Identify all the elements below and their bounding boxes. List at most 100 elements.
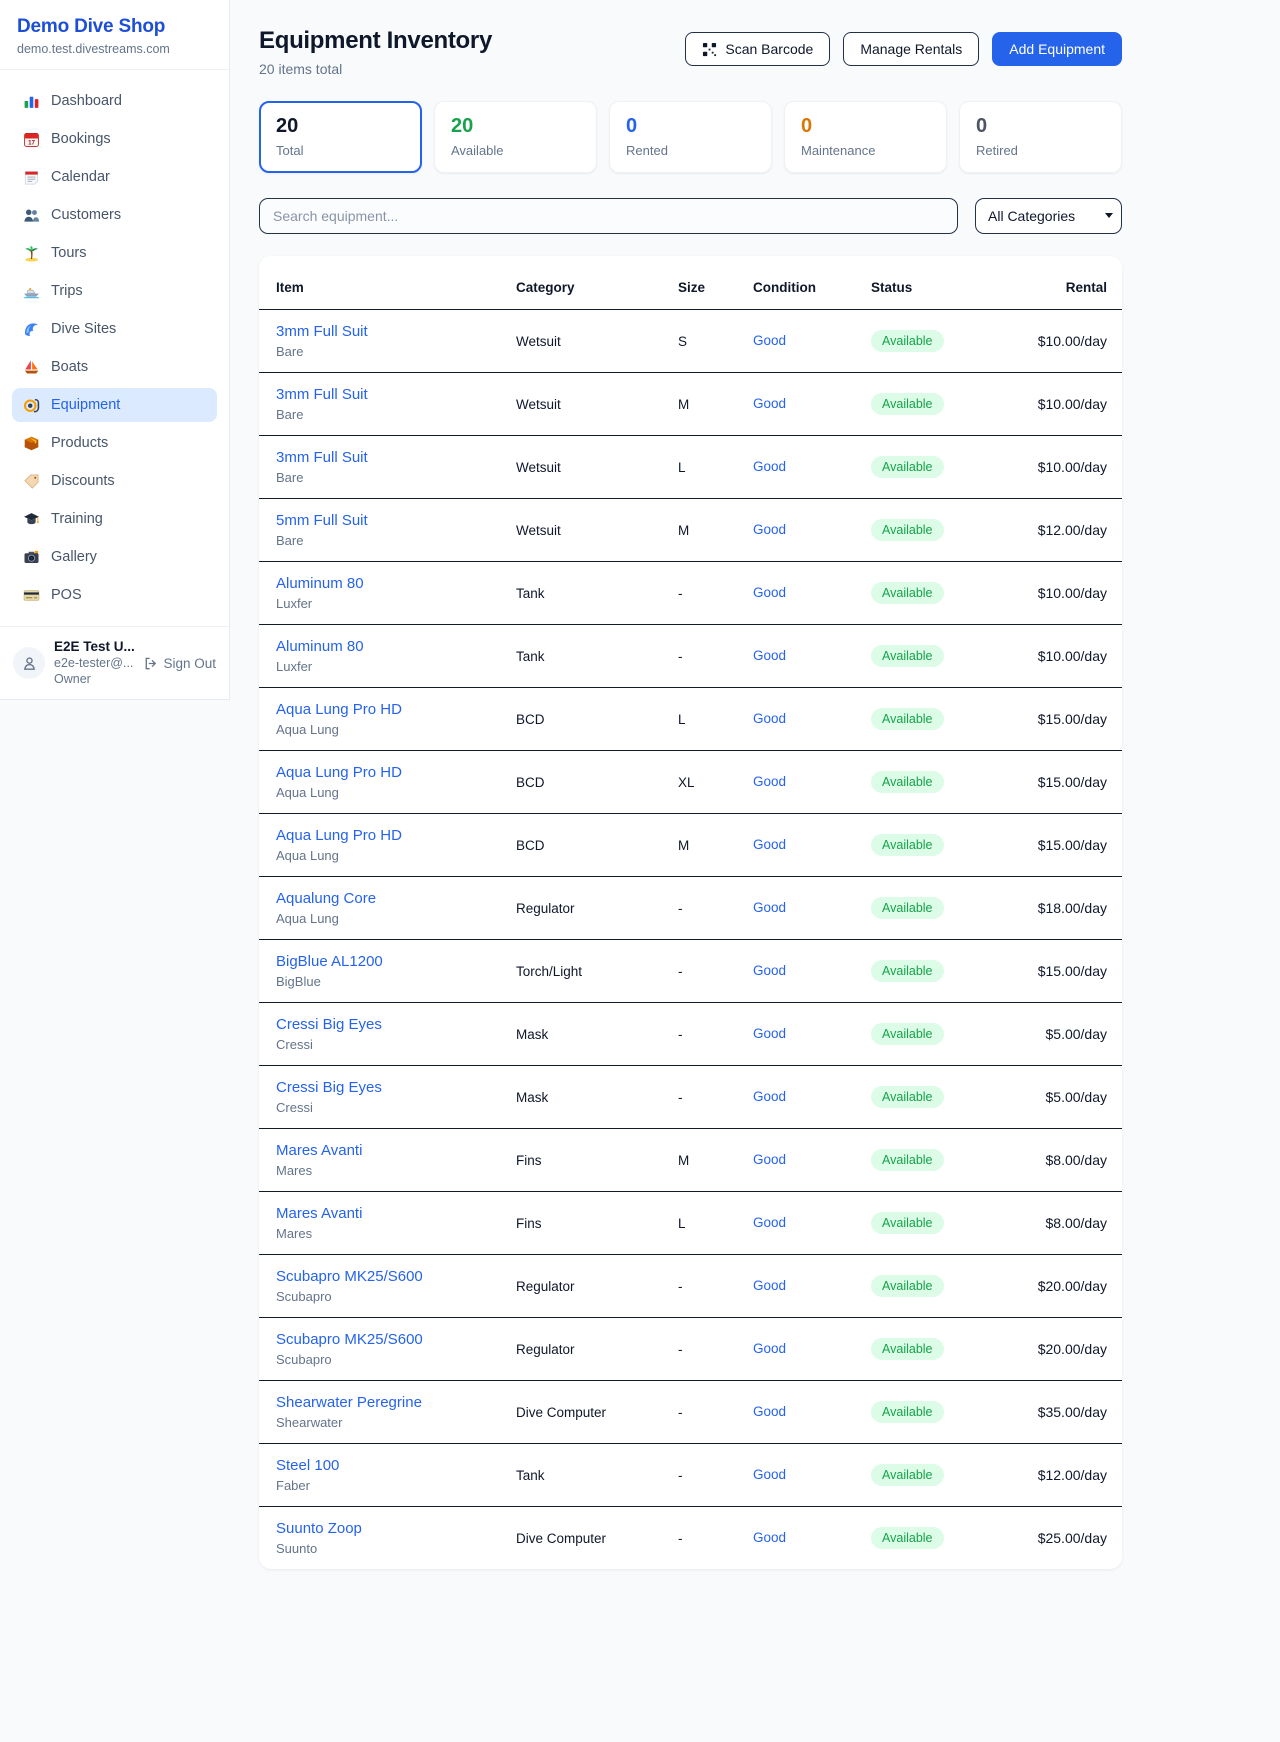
item-name-link[interactable]: 3mm Full Suit <box>276 386 500 403</box>
item-name-link[interactable]: 3mm Full Suit <box>276 449 500 466</box>
condition-link[interactable]: Good <box>753 522 786 537</box>
sidebar-item-equipment[interactable]: Equipment <box>12 388 217 422</box>
brand-title[interactable]: Demo Dive Shop <box>17 16 212 38</box>
item-name-link[interactable]: Aqua Lung Pro HD <box>276 701 500 718</box>
sidebar-item-calendar[interactable]: Calendar <box>12 160 217 194</box>
item-name-link[interactable]: Shearwater Peregrine <box>276 1394 500 1411</box>
item-rental: $12.00/day <box>1028 1444 1122 1507</box>
sign-out-icon <box>143 656 158 671</box>
sidebar-item-dive-sites[interactable]: Dive Sites <box>12 312 217 346</box>
table-row[interactable]: Aluminum 80 Luxfer Tank - Good Available… <box>259 625 1122 688</box>
sidebar-item-bookings[interactable]: 17 Bookings <box>12 122 217 156</box>
stat-card-maintenance[interactable]: 0 Maintenance <box>784 101 947 173</box>
category-select[interactable]: All Categories <box>975 198 1122 234</box>
equipment-table: Item Category Size Condition Status Rent… <box>259 256 1122 1569</box>
condition-link[interactable]: Good <box>753 585 786 600</box>
item-name-link[interactable]: BigBlue AL1200 <box>276 953 500 970</box>
item-rental: $8.00/day <box>1028 1129 1122 1192</box>
item-name-link[interactable]: Aluminum 80 <box>276 575 500 592</box>
table-row[interactable]: BigBlue AL1200 BigBlue Torch/Light - Goo… <box>259 940 1122 1003</box>
item-size: - <box>670 940 745 1003</box>
item-name-link[interactable]: Cressi Big Eyes <box>276 1079 500 1096</box>
item-name-link[interactable]: Scubapro MK25/S600 <box>276 1268 500 1285</box>
item-name-link[interactable]: Aqua Lung Pro HD <box>276 827 500 844</box>
item-name-link[interactable]: Aqualung Core <box>276 890 500 907</box>
item-name-link[interactable]: 3mm Full Suit <box>276 323 500 340</box>
condition-link[interactable]: Good <box>753 711 786 726</box>
item-size: - <box>670 1003 745 1066</box>
condition-link[interactable]: Good <box>753 1341 786 1356</box>
table-row[interactable]: Cressi Big Eyes Cressi Mask - Good Avail… <box>259 1066 1122 1129</box>
sidebar-item-tours[interactable]: Tours <box>12 236 217 270</box>
table-row[interactable]: Mares Avanti Mares Fins L Good Available… <box>259 1192 1122 1255</box>
table-row[interactable]: 5mm Full Suit Bare Wetsuit M Good Availa… <box>259 499 1122 562</box>
item-name-link[interactable]: Suunto Zoop <box>276 1520 500 1537</box>
table-row[interactable]: Shearwater Peregrine Shearwater Dive Com… <box>259 1381 1122 1444</box>
table-row[interactable]: Aqua Lung Pro HD Aqua Lung BCD XL Good A… <box>259 751 1122 814</box>
table-row[interactable]: Mares Avanti Mares Fins M Good Available… <box>259 1129 1122 1192</box>
table-row[interactable]: Cressi Big Eyes Cressi Mask - Good Avail… <box>259 1003 1122 1066</box>
condition-link[interactable]: Good <box>753 900 786 915</box>
status-badge: Available <box>871 1149 944 1171</box>
sailboat-icon <box>22 358 40 376</box>
condition-link[interactable]: Good <box>753 963 786 978</box>
status-badge: Available <box>871 330 944 352</box>
condition-link[interactable]: Good <box>753 1404 786 1419</box>
condition-link[interactable]: Good <box>753 396 786 411</box>
table-row[interactable]: Aqualung Core Aqua Lung Regulator - Good… <box>259 877 1122 940</box>
sign-out-button[interactable]: Sign Out <box>143 656 216 671</box>
item-name-link[interactable]: Mares Avanti <box>276 1142 500 1159</box>
table-row[interactable]: Aqua Lung Pro HD Aqua Lung BCD L Good Av… <box>259 688 1122 751</box>
sidebar-item-dashboard[interactable]: Dashboard <box>12 84 217 118</box>
stat-card-retired[interactable]: 0 Retired <box>959 101 1122 173</box>
item-name-link[interactable]: Aluminum 80 <box>276 638 500 655</box>
manage-rentals-button[interactable]: Manage Rentals <box>843 32 979 66</box>
condition-link[interactable]: Good <box>753 333 786 348</box>
table-row[interactable]: 3mm Full Suit Bare Wetsuit S Good Availa… <box>259 310 1122 373</box>
table-row[interactable]: Scubapro MK25/S600 Scubapro Regulator - … <box>259 1318 1122 1381</box>
item-name-link[interactable]: Steel 100 <box>276 1457 500 1474</box>
table-row[interactable]: Suunto Zoop Suunto Dive Computer - Good … <box>259 1507 1122 1570</box>
sidebar-item-boats[interactable]: Boats <box>12 350 217 384</box>
table-row[interactable]: Aluminum 80 Luxfer Tank - Good Available… <box>259 562 1122 625</box>
stat-card-total[interactable]: 20 Total <box>259 101 422 173</box>
condition-link[interactable]: Good <box>753 459 786 474</box>
sidebar-item-trips[interactable]: Trips <box>12 274 217 308</box>
condition-link[interactable]: Good <box>753 1530 786 1545</box>
condition-link[interactable]: Good <box>753 1467 786 1482</box>
condition-link[interactable]: Good <box>753 774 786 789</box>
table-row[interactable]: 3mm Full Suit Bare Wetsuit M Good Availa… <box>259 373 1122 436</box>
sidebar-item-label: Products <box>51 435 108 451</box>
item-name-link[interactable]: 5mm Full Suit <box>276 512 500 529</box>
condition-link[interactable]: Good <box>753 648 786 663</box>
condition-link[interactable]: Good <box>753 837 786 852</box>
item-name-link[interactable]: Scubapro MK25/S600 <box>276 1331 500 1348</box>
condition-link[interactable]: Good <box>753 1026 786 1041</box>
table-row[interactable]: 3mm Full Suit Bare Wetsuit L Good Availa… <box>259 436 1122 499</box>
item-name-link[interactable]: Cressi Big Eyes <box>276 1016 500 1033</box>
status-badge: Available <box>871 456 944 478</box>
sidebar-item-gallery[interactable]: Gallery <box>12 540 217 574</box>
sidebar-item-training[interactable]: Training <box>12 502 217 536</box>
stat-card-rented[interactable]: 0 Rented <box>609 101 772 173</box>
condition-link[interactable]: Good <box>753 1089 786 1104</box>
sidebar-item-discounts[interactable]: Discounts <box>12 464 217 498</box>
item-rental: $18.00/day <box>1028 877 1122 940</box>
sidebar-item-products[interactable]: Products <box>12 426 217 460</box>
table-row[interactable]: Steel 100 Faber Tank - Good Available $1… <box>259 1444 1122 1507</box>
scan-barcode-label: Scan Barcode <box>725 41 813 57</box>
condition-link[interactable]: Good <box>753 1152 786 1167</box>
table-row[interactable]: Aqua Lung Pro HD Aqua Lung BCD M Good Av… <box>259 814 1122 877</box>
item-name-link[interactable]: Aqua Lung Pro HD <box>276 764 500 781</box>
item-name-link[interactable]: Mares Avanti <box>276 1205 500 1222</box>
table-row[interactable]: Scubapro MK25/S600 Scubapro Regulator - … <box>259 1255 1122 1318</box>
condition-link[interactable]: Good <box>753 1278 786 1293</box>
sidebar-item-pos[interactable]: POS <box>12 578 217 612</box>
add-equipment-button[interactable]: Add Equipment <box>992 32 1122 66</box>
stat-card-available[interactable]: 20 Available <box>434 101 597 173</box>
status-badge: Available <box>871 1338 944 1360</box>
scan-barcode-button[interactable]: Scan Barcode <box>685 32 830 66</box>
condition-link[interactable]: Good <box>753 1215 786 1230</box>
search-input[interactable] <box>259 198 958 234</box>
sidebar-item-customers[interactable]: Customers <box>12 198 217 232</box>
